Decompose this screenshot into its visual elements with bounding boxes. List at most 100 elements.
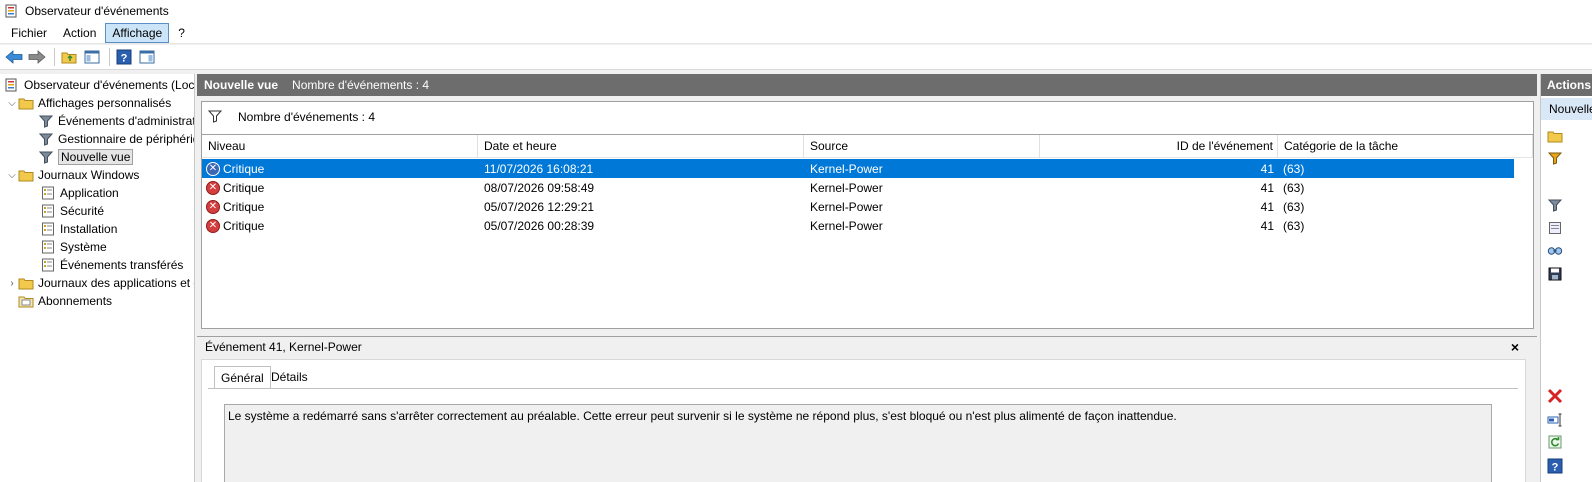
tree-item-installation[interactable]: Installation bbox=[40, 220, 117, 238]
actions-pane: Actions Nouvelle vue ? bbox=[1540, 74, 1592, 482]
help-icon[interactable]: ? bbox=[1547, 458, 1563, 474]
tree-item-application[interactable]: Application bbox=[40, 184, 119, 202]
filter-event-count: Nombre d'événements : 4 bbox=[238, 110, 376, 124]
window-title: Observateur d'événements bbox=[25, 4, 169, 18]
folder-icon bbox=[18, 275, 34, 291]
critical-error-icon: ✕ bbox=[206, 199, 220, 214]
column-header-task-category[interactable]: Catégorie de la tâche bbox=[1278, 135, 1533, 158]
menu-file[interactable]: Fichier bbox=[4, 23, 54, 43]
view-header: Nouvelle vue Nombre d'événements : 4 bbox=[197, 74, 1537, 96]
tree-item-label: Nouvelle vue bbox=[58, 149, 134, 165]
cell-text: Critique bbox=[223, 180, 265, 195]
tree-item-label: Sécurité bbox=[60, 204, 105, 218]
folder-icon bbox=[18, 95, 34, 111]
show-hide-action-pane-icon[interactable] bbox=[137, 47, 157, 67]
detail-title: Événement 41, Kernel-Power bbox=[205, 340, 362, 354]
folder-up-icon[interactable] bbox=[59, 47, 79, 67]
find-icon[interactable] bbox=[1547, 242, 1563, 258]
cell-source: Kernel-Power bbox=[810, 161, 883, 176]
detail-header: Événement 41, Kernel-Power × bbox=[197, 337, 1533, 357]
filter-icon bbox=[207, 109, 224, 125]
forward-arrow-icon[interactable] bbox=[27, 47, 47, 67]
cell-event-id: 41 bbox=[1260, 199, 1274, 214]
filter-bar: Nombre d'événements : 4 bbox=[202, 102, 1533, 132]
tree-item-label: Système bbox=[60, 240, 107, 254]
log-icon bbox=[40, 257, 56, 273]
tree-item-security[interactable]: Sécurité bbox=[40, 202, 104, 220]
open-folder-icon[interactable] bbox=[1547, 128, 1563, 144]
table-row[interactable]: ✕ Critique 05/07/2026 12:29:21 Kernel-Pow… bbox=[202, 197, 1514, 216]
menu-view[interactable]: Affichage bbox=[105, 22, 170, 43]
filter-icon[interactable] bbox=[1547, 197, 1563, 213]
tree-item-label: Affichages personnalisés bbox=[38, 96, 172, 110]
save-icon[interactable] bbox=[1547, 266, 1563, 282]
tab-general[interactable]: Général bbox=[214, 366, 271, 388]
cell-task-category: (63) bbox=[1283, 218, 1305, 233]
chevron-down-icon[interactable]: ⌵ bbox=[6, 166, 18, 184]
properties-icon[interactable] bbox=[1547, 220, 1563, 236]
tree-item-subscriptions[interactable]: Abonnements bbox=[6, 292, 112, 310]
tree-item-windows-logs[interactable]: ⌵ Journaux Windows bbox=[6, 166, 139, 184]
close-icon[interactable]: × bbox=[1511, 339, 1519, 355]
menu-help[interactable]: ? bbox=[171, 23, 192, 43]
tree-item-label: Événements d'administration bbox=[58, 114, 194, 128]
chevron-right-icon[interactable]: › bbox=[6, 274, 18, 292]
svg-text:?: ? bbox=[121, 53, 128, 65]
tree-item-label: Journaux des applications et des service… bbox=[38, 276, 194, 290]
tree-item-system[interactable]: Système bbox=[40, 238, 107, 256]
rename-icon[interactable] bbox=[1547, 412, 1563, 428]
menu-bar: Fichier Action Affichage ? bbox=[0, 22, 1592, 44]
help-icon[interactable]: ? bbox=[114, 47, 134, 67]
cell-event-id: 41 bbox=[1260, 218, 1274, 233]
filter-icon bbox=[38, 149, 54, 165]
tree-item-device-manager[interactable]: Gestionnaire de périphériques bbox=[38, 130, 194, 148]
svg-text:?: ? bbox=[1552, 462, 1559, 474]
filter-icon bbox=[38, 131, 54, 147]
column-header-label: Date et heure bbox=[484, 139, 557, 153]
column-header-date[interactable]: Date et heure bbox=[478, 135, 804, 158]
tree-item-admin-events[interactable]: Événements d'administration bbox=[38, 112, 194, 130]
cell-task-category: (63) bbox=[1283, 161, 1305, 176]
event-list-panel: Nombre d'événements : 4 Niveau Date et h… bbox=[201, 101, 1534, 329]
tree-item-custom-views[interactable]: ⌵ Affichages personnalisés bbox=[6, 94, 171, 112]
critical-error-icon: ✕ bbox=[206, 180, 220, 195]
tree-item-label: Gestionnaire de périphériques bbox=[58, 132, 194, 146]
column-header-event-id[interactable]: ID de l'événement bbox=[1040, 135, 1278, 158]
event-detail-pane: Événement 41, Kernel-Power × Général Dét… bbox=[197, 336, 1537, 482]
table-row[interactable]: ✕ Critique 11/07/2026 16:08:21 Kernel-Pow… bbox=[202, 159, 1514, 178]
delete-icon[interactable] bbox=[1547, 388, 1563, 404]
cell-event-id: 41 bbox=[1260, 161, 1274, 176]
cell-text: Critique bbox=[223, 199, 265, 214]
refresh-icon[interactable] bbox=[1547, 434, 1563, 450]
cell-level: ✕ Critique bbox=[206, 216, 264, 235]
column-header-label: Niveau bbox=[208, 139, 246, 153]
subscription-icon bbox=[18, 293, 34, 309]
tree-item-root[interactable]: Observateur d'événements (Local) bbox=[4, 76, 194, 94]
main-content: Nouvelle vue Nombre d'événements : 4 Nom… bbox=[197, 74, 1537, 482]
cell-source: Kernel-Power bbox=[810, 199, 883, 214]
tree-item-app-service-logs[interactable]: › Journaux des applications et des servi… bbox=[6, 274, 194, 292]
table-row[interactable]: ✕ Critique 08/07/2026 09:58:49 Kernel-Pow… bbox=[202, 178, 1514, 197]
cell-level: ✕ Critique bbox=[206, 178, 264, 197]
table-row[interactable]: ✕ Critique 05/07/2026 00:28:39 Kernel-Pow… bbox=[202, 216, 1514, 235]
column-header-source[interactable]: Source bbox=[804, 135, 1040, 158]
title-bar: Observateur d'événements bbox=[0, 0, 1592, 22]
tree-item-label: Événements transférés bbox=[60, 258, 184, 272]
column-header-label: Source bbox=[810, 139, 849, 153]
menu-action[interactable]: Action bbox=[56, 23, 103, 43]
cell-event-id: 41 bbox=[1260, 180, 1274, 195]
cell-text: Critique bbox=[223, 161, 265, 176]
detail-body: Général Détails Le système a redémarré s… bbox=[201, 359, 1526, 482]
filter-icon[interactable] bbox=[1547, 150, 1563, 166]
back-arrow-icon[interactable] bbox=[4, 47, 24, 67]
show-hide-tree-icon[interactable] bbox=[82, 47, 102, 67]
tree-item-new-view[interactable]: Nouvelle vue bbox=[38, 148, 134, 166]
column-header-level[interactable]: Niveau bbox=[202, 135, 478, 158]
tree-item-forwarded-events[interactable]: Événements transférés bbox=[40, 256, 183, 274]
tab-details[interactable]: Détails bbox=[265, 366, 314, 388]
cell-level: ✕ Critique bbox=[206, 197, 264, 216]
chevron-down-icon[interactable]: ⌵ bbox=[6, 94, 18, 112]
actions-subheader: Nouvelle vue bbox=[1541, 98, 1592, 120]
column-header-label: Catégorie de la tâche bbox=[1284, 139, 1399, 153]
